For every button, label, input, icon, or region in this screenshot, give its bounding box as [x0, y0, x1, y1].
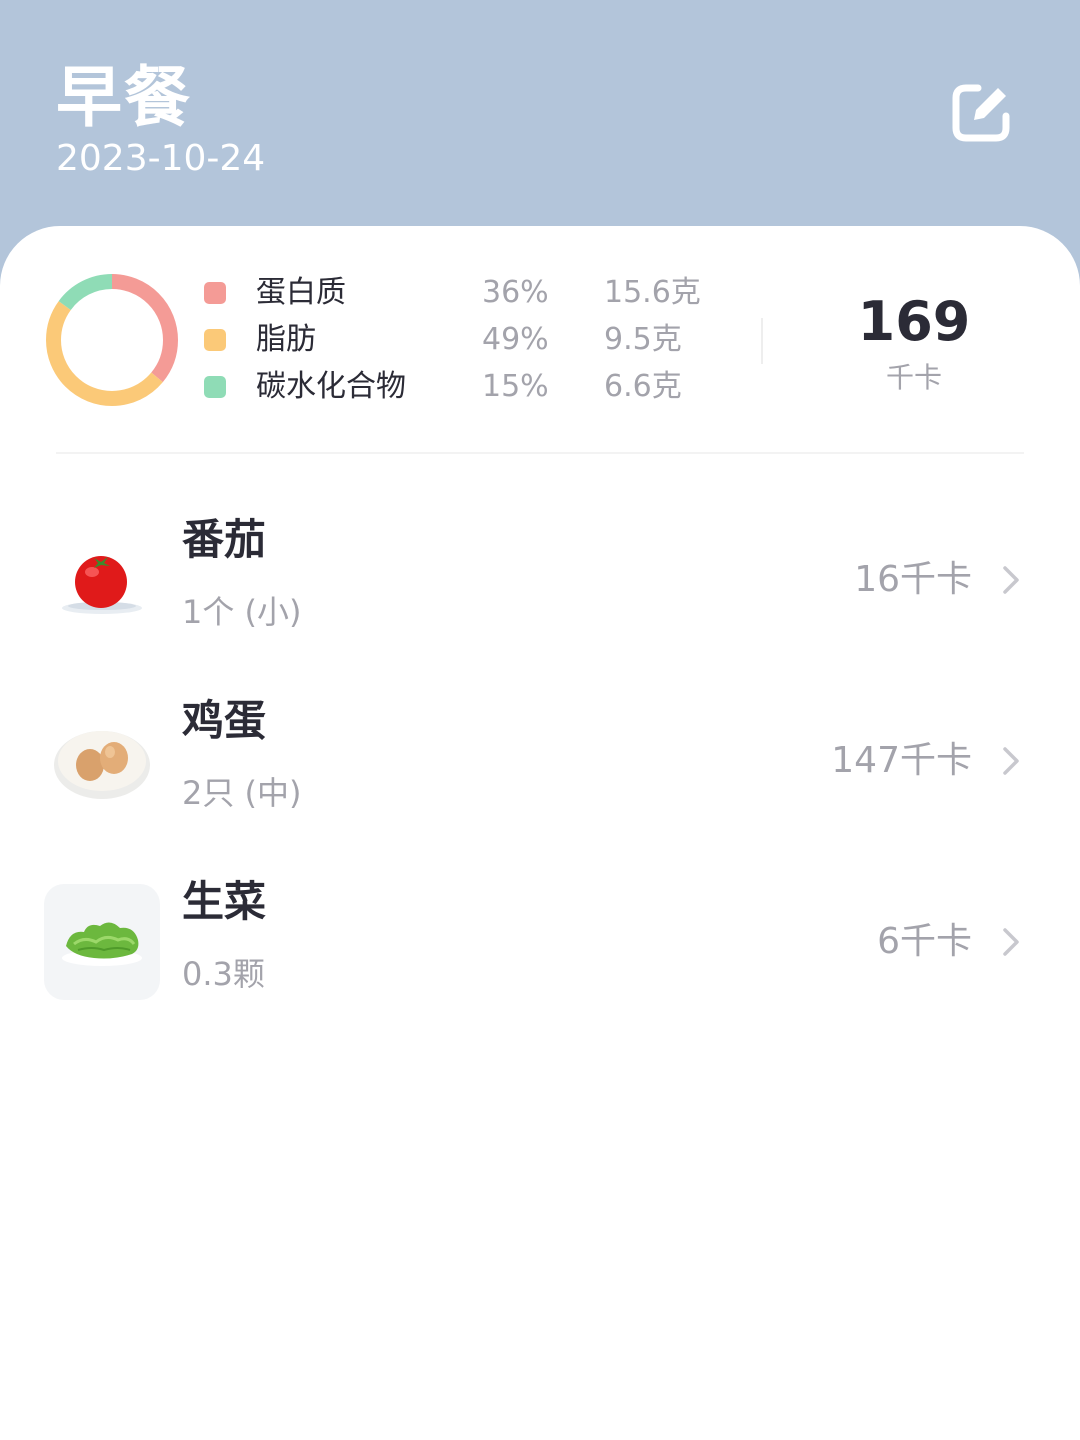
total-calories-unit: 千卡 — [885, 361, 942, 394]
food-item-tomato[interactable]: 番茄 1个 (小) 16千卡 — [0, 512, 1080, 662]
chevron-right-icon — [1003, 928, 1019, 956]
total-calories: 169 — [857, 290, 971, 353]
food-name: 番茄 — [182, 515, 267, 564]
chevron-right-icon — [1003, 747, 1019, 775]
nutrient-row-fat: 脂肪 49% 9.5克 — [204, 320, 682, 360]
legend-dot — [204, 376, 226, 398]
edit-icon — [952, 84, 1010, 142]
food-name: 鸡蛋 — [182, 696, 267, 745]
food-item-egg[interactable]: 鸡蛋 2只 (中) 147千卡 — [0, 693, 1080, 843]
chevron-right-icon — [1003, 566, 1019, 594]
tomato-icon — [44, 522, 160, 638]
meal-title: 早餐 — [56, 59, 192, 136]
meal-header: 早餐 2023-10-24 — [0, 0, 1080, 260]
macro-donut-chart — [46, 274, 178, 406]
food-portion: 0.3颗 — [182, 955, 265, 993]
food-item-lettuce[interactable]: 生菜 0.3颗 6千卡 — [0, 874, 1080, 1024]
food-calories: 6千卡 — [877, 921, 972, 962]
nutrient-percent: 15% — [482, 369, 549, 404]
nutrient-row-carbs: 碳水化合物 15% 6.6克 — [204, 367, 682, 407]
food-name: 生菜 — [182, 877, 267, 926]
food-calories: 16千卡 — [854, 559, 972, 600]
nutrient-name: 蛋白质 — [256, 275, 346, 310]
nutrient-percent: 36% — [482, 275, 549, 310]
nutrient-row-protein: 蛋白质 36% 15.6克 — [204, 273, 701, 313]
food-portion: 2只 (中) — [182, 774, 302, 812]
nutrient-percent: 49% — [482, 322, 549, 357]
nutrient-grams: 9.5克 — [604, 322, 682, 357]
food-portion: 1个 (小) — [182, 593, 302, 631]
legend-dot — [204, 329, 226, 351]
nutrient-grams: 6.6克 — [604, 369, 682, 404]
legend-dot — [204, 282, 226, 304]
nutrient-grams: 15.6克 — [604, 275, 701, 310]
edit-button[interactable] — [948, 80, 1014, 146]
lettuce-icon — [44, 884, 160, 1000]
summary-divider — [761, 318, 763, 364]
meal-date: 2023-10-24 — [56, 138, 266, 179]
nutrient-name: 脂肪 — [256, 322, 316, 357]
egg-icon — [44, 703, 160, 819]
nutrient-name: 碳水化合物 — [256, 369, 406, 404]
food-calories: 147千卡 — [831, 740, 972, 781]
section-divider — [56, 452, 1024, 454]
